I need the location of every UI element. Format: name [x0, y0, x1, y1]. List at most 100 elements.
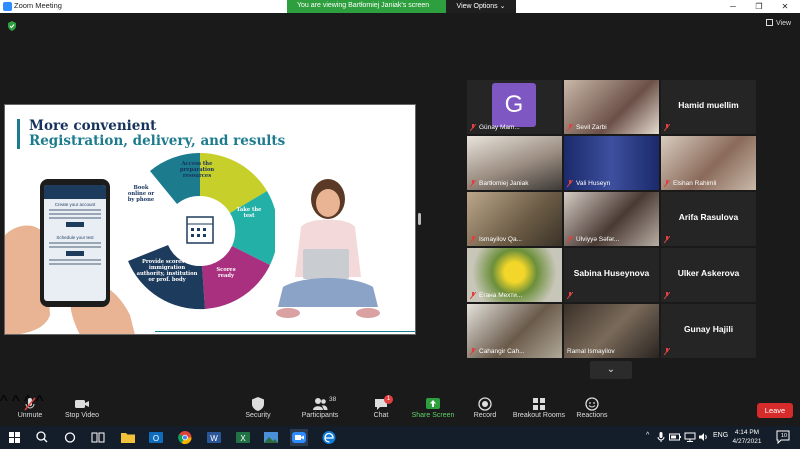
participant-tile[interactable]: Sevil Zarbi	[564, 80, 659, 134]
svg-text:X: X	[240, 434, 246, 443]
volume-icon[interactable]	[699, 432, 709, 442]
participant-name: Sevil Zarbi	[576, 124, 607, 131]
split-view-handle[interactable]	[418, 213, 421, 225]
title-bar: Zoom Meeting You are viewing Bartłomiej …	[0, 0, 800, 13]
muted-mic-icon	[664, 124, 670, 131]
participants-icon	[313, 398, 328, 410]
edge-icon[interactable]	[320, 429, 338, 446]
muted-mic-icon	[470, 180, 476, 187]
notification-count: 10	[781, 433, 788, 439]
muted-mic-icon	[470, 292, 476, 299]
participant-name-display: Ulker Askerova	[677, 268, 740, 278]
share-screen-button[interactable]: Share Screen	[403, 393, 463, 425]
leave-button[interactable]: Leave	[757, 403, 793, 418]
system-clock[interactable]: 4:14 PM 4/27/2021	[727, 428, 767, 446]
maximize-button[interactable]: ❐	[746, 0, 772, 13]
participant-tile[interactable]: Егана Мехти...	[467, 248, 562, 302]
battery-icon[interactable]	[669, 432, 681, 442]
view-layout-button[interactable]: View	[766, 19, 791, 27]
search-icon[interactable]	[33, 429, 51, 446]
slide-footer-line	[155, 331, 415, 332]
windows-taskbar: O W X ^ ENG 4:14 PM 4/27/2021 10	[0, 426, 800, 449]
svg-text:O: O	[153, 434, 159, 443]
participant-tile[interactable]: Vali Huseyn	[564, 136, 659, 190]
chat-button[interactable]: Chat 1	[351, 393, 411, 425]
zoom-taskbar-icon[interactable]	[290, 429, 308, 446]
network-icon[interactable]	[684, 432, 696, 442]
photos-icon[interactable]	[262, 429, 280, 446]
minimize-button[interactable]: ─	[720, 0, 746, 13]
security-label: Security	[245, 412, 271, 419]
chrome-icon[interactable]	[176, 429, 194, 446]
slide-accent-bar	[17, 119, 20, 149]
participant-name-display: Gunay Hajili	[683, 324, 734, 334]
wheel-label-book: Book online or by phone	[127, 185, 155, 203]
excel-icon[interactable]: X	[234, 429, 252, 446]
view-options-button[interactable]: View Options ⌄	[446, 0, 516, 13]
person-with-laptop-illustration	[276, 179, 380, 318]
participant-name: Günay Mam...	[479, 124, 520, 131]
participant-tile[interactable]: Ramal Ismayilov	[564, 304, 659, 358]
participant-tile[interactable]: Gunay Hajili	[661, 304, 756, 358]
participant-tile[interactable]: Cahangir Cah...	[467, 304, 562, 358]
participant-name: Elshan Rahimli	[673, 180, 717, 187]
participant-tile[interactable]: Sabina Huseynova	[564, 248, 659, 302]
viewing-banner-text: You are viewing Bartłomiej Janiak's scre…	[297, 2, 430, 9]
wheel-label-take: Take the test	[236, 207, 262, 219]
slide-title-line1: More convenient	[29, 118, 157, 134]
muted-microphone-icon	[24, 397, 36, 411]
clock-time: 4:14 PM	[734, 429, 760, 436]
language-indicator[interactable]: ENG	[713, 432, 728, 439]
gallery-next-page-button[interactable]: ⌄	[590, 361, 632, 379]
security-button[interactable]: Security	[228, 393, 288, 425]
muted-mic-icon	[567, 236, 573, 243]
participant-tile-active-speaker[interactable]: Bartłomiej Janiak	[467, 136, 562, 190]
phone-illustration: Create your account Schedule your test	[40, 179, 110, 307]
stop-video-label: Stop Video	[64, 412, 100, 419]
participant-tile[interactable]: Ülviyyə Səfər...	[564, 192, 659, 246]
muted-mic-icon	[664, 348, 670, 355]
tray-expand-icon[interactable]: ^	[646, 432, 649, 439]
slide-title-line2: Registration, delivery, and results	[29, 133, 286, 149]
cortana-icon[interactable]	[61, 429, 79, 446]
participant-name: Ismayilov Qa...	[479, 236, 522, 243]
wheel-label-provide: Provide scores to immigration authority,…	[136, 259, 198, 283]
microphone-tray-icon[interactable]	[657, 432, 665, 442]
muted-mic-icon	[567, 292, 573, 299]
participant-tile[interactable]: Ulker Askerova	[661, 248, 756, 302]
svg-text:W: W	[210, 434, 218, 443]
grid-icon	[766, 19, 773, 26]
record-icon	[478, 397, 492, 411]
participants-button[interactable]: Participants 38	[290, 393, 350, 425]
word-icon[interactable]: W	[205, 429, 223, 446]
participant-tile[interactable]: Hamid muellim	[661, 80, 756, 134]
participant-name: Егана Мехти...	[479, 292, 523, 299]
muted-mic-icon	[664, 292, 670, 299]
chat-unread-badge: 1	[384, 395, 393, 404]
participant-name: Ramal Ismayilov	[567, 348, 615, 355]
encryption-shield-icon[interactable]	[7, 21, 17, 31]
shared-screen-slide: More convenient Registration, delivery, …	[4, 104, 416, 335]
slide-title: More convenient Registration, delivery, …	[29, 119, 285, 149]
participant-tile[interactable]: Ismayilov Qa...	[467, 192, 562, 246]
outlook-icon[interactable]: O	[147, 429, 165, 446]
file-explorer-icon[interactable]	[119, 429, 137, 446]
participant-avatar: G	[492, 83, 536, 127]
muted-mic-icon	[470, 348, 476, 355]
windows-start-icon[interactable]	[6, 429, 24, 446]
reactions-button[interactable]: Reactions	[562, 393, 622, 425]
participants-label: Participants	[301, 412, 339, 419]
participant-tile[interactable]: Arifa Rasulova	[661, 192, 756, 246]
unmute-button[interactable]: Unmute	[0, 393, 60, 425]
participant-tile[interactable]: Elshan Rahimli	[661, 136, 756, 190]
participant-tile[interactable]: G Günay Mam...	[467, 80, 562, 134]
stop-video-button[interactable]: Stop Video	[52, 393, 112, 425]
close-button[interactable]: ✕	[772, 0, 798, 13]
muted-mic-icon	[470, 124, 476, 131]
process-wheel: Access the preparation resources Book on…	[125, 149, 275, 313]
participant-name-display: Hamid muellim	[678, 100, 739, 110]
action-center-button[interactable]: 10	[776, 430, 790, 445]
task-view-icon[interactable]	[89, 429, 107, 446]
chevron-down-icon: ⌄	[606, 364, 616, 375]
breakout-rooms-icon	[533, 398, 545, 410]
